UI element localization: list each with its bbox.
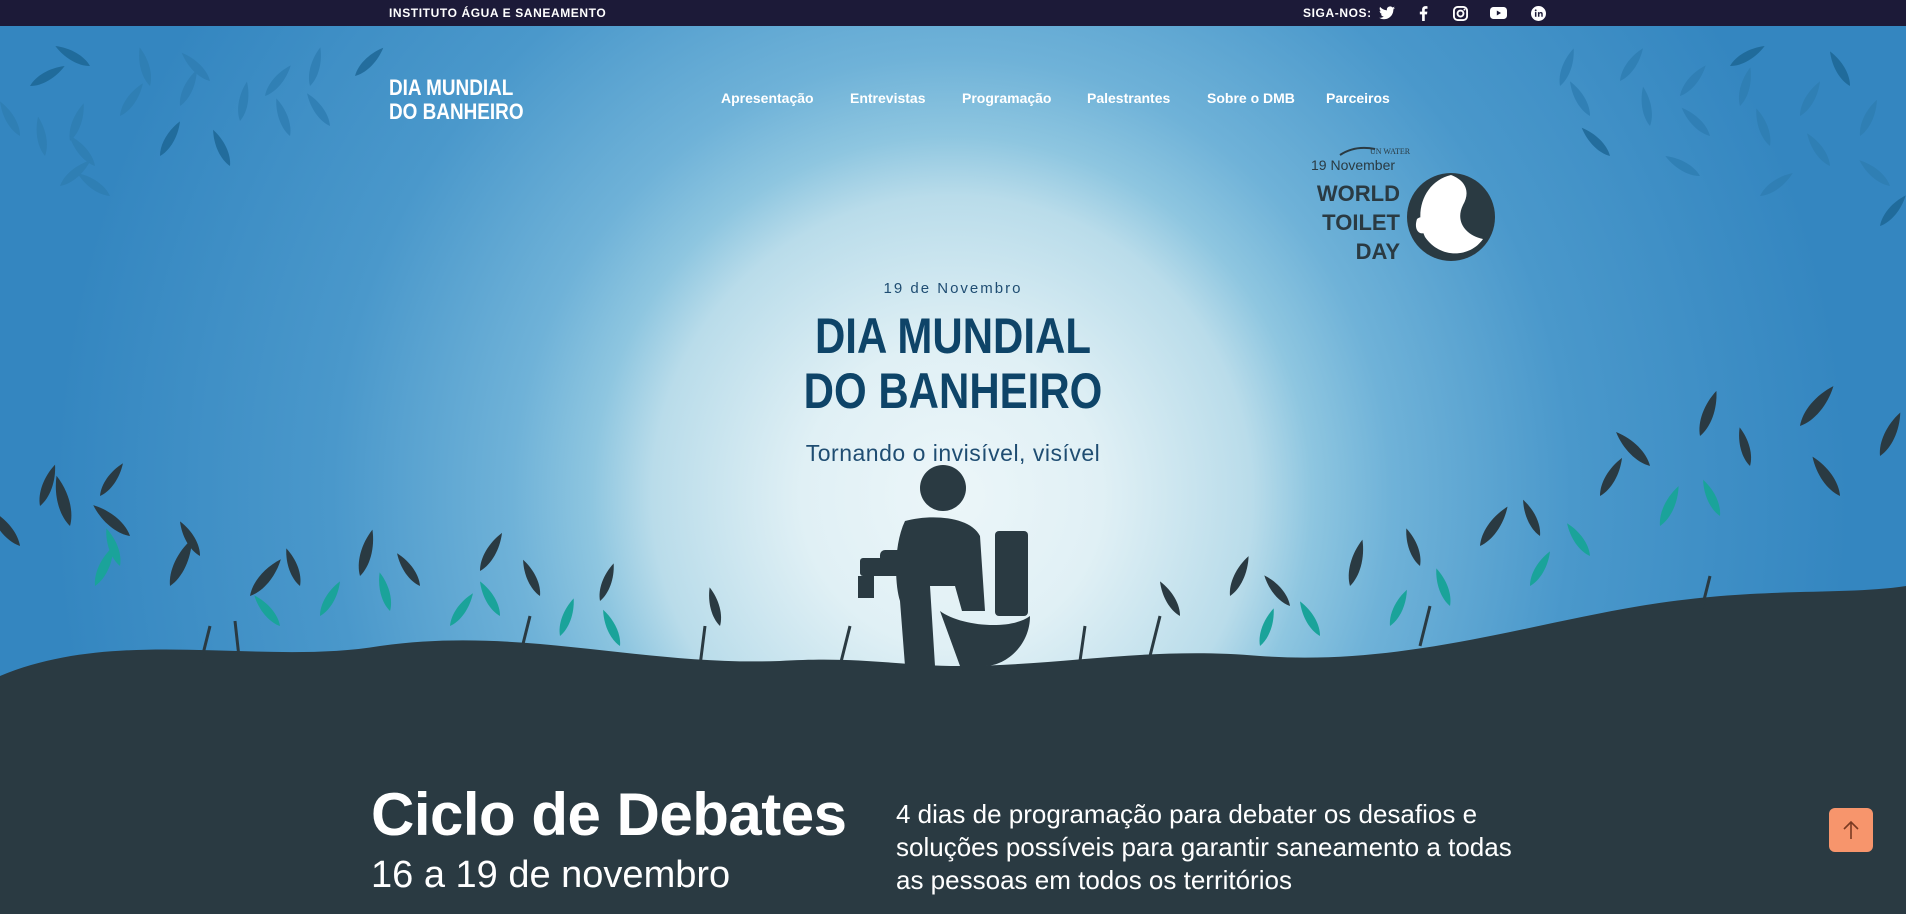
world-toilet-day-logo: UN WATER 19 November WORLD TOILET DAY <box>1311 146 1495 264</box>
hero-section: DIA MUNDIAL DO BANHEIRO Apresentação Ent… <box>0 26 1906 746</box>
instagram-icon[interactable] <box>1451 4 1469 22</box>
logo-day-text: DAY <box>1356 239 1401 264</box>
hero-date: 19 de Novembro <box>883 280 1023 297</box>
top-bar: INSTITUTO ÁGUA E SANEAMENTO SIGA-NOS: <box>0 0 1906 26</box>
hero-title: DIA MUNDIAL DO BANHEIRO <box>152 309 1753 419</box>
event-description: 4 dias de programação para debater os de… <box>896 799 1512 895</box>
brand-line-1: DIA MUNDIAL <box>389 75 514 100</box>
org-name[interactable]: INSTITUTO ÁGUA E SANEAMENTO <box>389 6 606 20</box>
nav-item-parceiros[interactable]: Parceiros <box>1326 90 1390 106</box>
logo-org-text: UN WATER <box>1370 147 1411 156</box>
hero-title-line-1: DIA MUNDIAL <box>814 308 1092 364</box>
event-title: Ciclo de Debates <box>371 781 847 848</box>
facebook-icon[interactable] <box>1414 4 1432 22</box>
logo-toilet-text: TOILET <box>1322 210 1400 235</box>
hero-subtitle: Tornando o invisível, visível <box>805 440 1101 466</box>
nav-item-apresentacao[interactable]: Apresentação <box>721 90 814 106</box>
site-logo[interactable]: DIA MUNDIAL DO BANHEIRO <box>389 76 524 124</box>
brand-line-2: DO BANHEIRO <box>389 99 524 124</box>
back-to-top-button[interactable] <box>1829 808 1873 852</box>
logo-world-text: WORLD <box>1317 181 1400 206</box>
youtube-icon[interactable] <box>1489 4 1507 22</box>
twitter-icon[interactable] <box>1378 4 1396 22</box>
logo-date-text: 19 November <box>1311 157 1395 173</box>
follow-label: SIGA-NOS: <box>1303 6 1372 20</box>
linkedin-icon[interactable] <box>1529 4 1547 22</box>
nav-item-palestrantes[interactable]: Palestrantes <box>1087 90 1170 106</box>
hero-title-line-2: DO BANHEIRO <box>803 363 1103 419</box>
event-dates: 16 a 19 de novembro <box>371 854 731 896</box>
nav-item-entrevistas[interactable]: Entrevistas <box>850 90 925 106</box>
nav-item-sobre-o-dmb[interactable]: Sobre o DMB <box>1207 90 1295 106</box>
arrow-up-icon <box>1843 820 1859 839</box>
nav-item-programacao[interactable]: Programação <box>962 90 1051 106</box>
